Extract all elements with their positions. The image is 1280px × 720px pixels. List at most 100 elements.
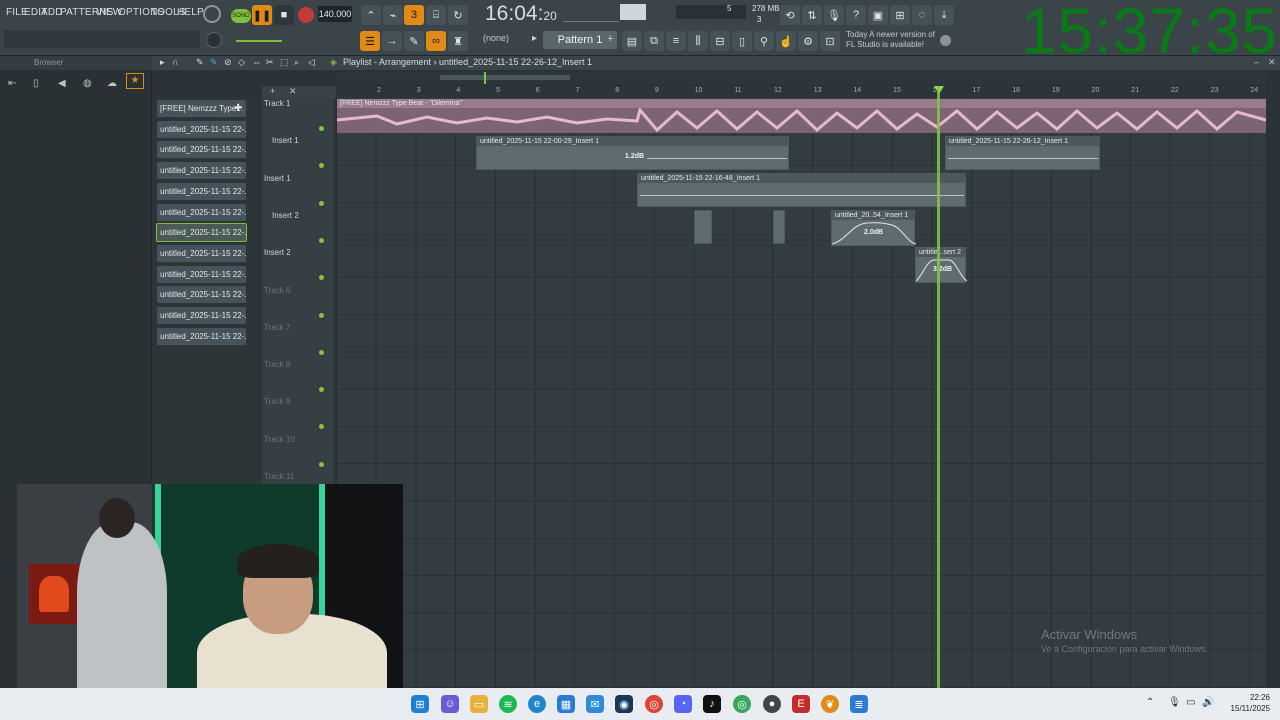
master-volume-knob[interactable]	[203, 5, 221, 23]
snap-select[interactable]: (none)	[483, 33, 509, 43]
microphone-tray-icon[interactable]: 🎙	[1168, 697, 1181, 708]
download-icon[interactable]: ⤓	[934, 5, 954, 25]
plugin-icon[interactable]: ⊞	[890, 5, 910, 25]
store-icon[interactable]: ▦	[557, 695, 575, 713]
chat-icon[interactable]: ◌	[912, 5, 932, 25]
track-name[interactable]: Insert 1	[264, 174, 291, 183]
edge-icon[interactable]: e	[528, 695, 546, 713]
stop-icon[interactable]: ■	[274, 5, 294, 25]
favorites-star-icon[interactable]: ★	[126, 73, 144, 89]
pattern-list-item[interactable]: untitled_2025-11-15 22-...	[157, 265, 246, 283]
playlist-window-icon[interactable]: ▤	[622, 31, 642, 51]
browser-settings-icon[interactable]: ◍	[83, 78, 92, 89]
pattern-list-item[interactable]: untitled_2025-11-15 22-...	[157, 244, 246, 262]
pattern-list-item[interactable]: untitled_2025-11-15 22-...	[157, 203, 246, 221]
system-clock[interactable]: 22:26 15/11/2025	[1231, 692, 1270, 714]
browser-window-icon[interactable]: ⊟	[710, 31, 730, 51]
pause-icon[interactable]: ❚❚	[252, 5, 272, 25]
close-icon[interactable]: ✕	[1268, 57, 1276, 68]
tempo-display[interactable]: 140.000	[318, 6, 352, 22]
track-enable-led[interactable]	[319, 237, 324, 243]
playlist-menu-icon[interactable]: ▸	[160, 57, 165, 68]
clip-insert1-c[interactable]: untitled_2025-11-15 22-16-48_Insert 1	[637, 173, 966, 207]
add-track-icon[interactable]: +	[270, 86, 275, 96]
pattern-list-item[interactable]: untitled_2025-11-15 22-...	[156, 223, 247, 243]
playback-tool-icon[interactable]: ◁	[308, 57, 315, 68]
track-name[interactable]: Track 1	[264, 99, 290, 108]
track-enable-led[interactable]	[319, 312, 324, 318]
select-tool-icon[interactable]: ⬚	[280, 57, 289, 68]
epic-games-icon[interactable]: E	[792, 695, 810, 713]
track-name[interactable]: Insert 2	[272, 211, 299, 220]
teams-icon[interactable]: ☺	[441, 695, 459, 713]
update-notice[interactable]: Today A newer version of FL Studio is av…	[846, 30, 935, 50]
metronome-icon[interactable]: ⌃	[361, 5, 381, 25]
discord-icon[interactable]: ◔	[674, 695, 692, 713]
track-name[interactable]: Track 7	[264, 323, 290, 332]
pattern-list-item[interactable]: untitled_2025-11-15 22-...	[157, 141, 246, 159]
channel-rack-icon[interactable]: ≡	[666, 31, 686, 51]
wait-input-icon[interactable]: ⌁	[383, 5, 403, 25]
arrangement-icon[interactable]: ◈	[330, 57, 337, 68]
arrow-icon[interactable]: →	[382, 31, 402, 51]
wrench-icon[interactable]: ⚙	[798, 31, 818, 51]
delete-tool-icon[interactable]: ⊘	[224, 57, 232, 68]
mute-tool-icon[interactable]: ◇	[238, 57, 245, 68]
automation-clip-small-2[interactable]	[773, 210, 785, 244]
mixer-icon[interactable]: ⇅	[802, 5, 822, 25]
volume-icon[interactable]: 🔊	[1202, 697, 1214, 708]
timeline-ruler[interactable]	[336, 86, 1266, 98]
slip-tool-icon[interactable]: ⇔	[252, 57, 261, 67]
playlist-icon[interactable]: ☰	[360, 31, 380, 51]
clip-insert1-b[interactable]: untitled_2025-11-15 22-26-12_Insert 1	[945, 136, 1100, 170]
steam-icon[interactable]: ◉	[615, 695, 633, 713]
browser-back-icon[interactable]: ◀	[58, 78, 66, 89]
pattern-list-item[interactable]: untitled_2025-11-15 22-...	[157, 307, 246, 324]
track-name[interactable]: Insert 2	[264, 248, 291, 257]
obs-icon[interactable]: ●	[763, 695, 781, 713]
master-pitch-knob[interactable]	[206, 32, 222, 48]
undo-icon[interactable]: ⟲	[780, 5, 800, 25]
chrome-profile-icon[interactable]: ◎	[733, 695, 751, 713]
remove-track-icon[interactable]: ✕	[289, 86, 297, 97]
track-enable-led[interactable]	[319, 126, 324, 131]
microphone-icon[interactable]: 🎙	[824, 5, 844, 25]
menu-help[interactable]: HELP	[177, 7, 204, 18]
track-enable-led[interactable]	[319, 349, 324, 355]
pattern-list-item[interactable]: untitled_2025-11-15 22-...	[157, 327, 246, 345]
pattern-prev-icon[interactable]: ▸	[532, 33, 537, 44]
slice-tool-icon[interactable]: ✂	[266, 57, 274, 68]
countdown-icon[interactable]: 3	[404, 5, 424, 25]
master-volume-slider[interactable]	[236, 40, 282, 42]
automation-clip-small-1[interactable]	[694, 210, 712, 244]
tray-chevron-icon[interactable]: ⌃	[1146, 697, 1154, 708]
start-icon[interactable]: ⊞	[411, 695, 429, 713]
track-enable-led[interactable]	[319, 461, 324, 467]
network-icon[interactable]: ▭	[1186, 697, 1195, 708]
overview-scroll-thumb[interactable]	[440, 75, 570, 80]
pattern-list-item[interactable]: untitled_2025-11-15 22-...	[157, 162, 246, 180]
paint-tool-icon[interactable]: ✎	[210, 57, 218, 68]
pattern-list-item[interactable]: [FREE] Nemzzz Type...	[157, 100, 246, 117]
add-pattern-list-icon[interactable]: ✚	[234, 103, 242, 114]
zoom-tool-icon[interactable]: ⌕	[294, 57, 299, 68]
brush-icon[interactable]: ✎	[404, 31, 424, 51]
clipboard-icon[interactable]: ▯	[732, 31, 752, 51]
pattern-selector[interactable]: Pattern 1	[543, 31, 617, 49]
audio-clip-main[interactable]: [FREE] Nemzzz Type Beat - "Dilemma"	[337, 99, 1266, 133]
loop-record-icon[interactable]: ↻	[448, 5, 468, 25]
touch-icon[interactable]: ☝	[776, 31, 796, 51]
stamp-icon[interactable]: ♜	[448, 31, 468, 51]
pattern-list-item[interactable]: untitled_2025-11-15 22-...	[157, 286, 246, 304]
magnet-icon[interactable]: ∩	[172, 57, 178, 67]
explorer-icon[interactable]: ▭	[470, 695, 488, 713]
outlook-icon[interactable]: ✉	[586, 695, 604, 713]
clip-insert1-a[interactable]: untitled_2025-11-15 22-00-29_Insert 1 1.…	[476, 136, 789, 170]
automation-clip-insert2-a[interactable]: untitled_20..54_Insert 1 2.0dB	[831, 210, 916, 246]
fl-studio-icon[interactable]: ❦	[821, 695, 839, 713]
save-icon[interactable]: ▣	[868, 5, 888, 25]
pattern-list-item[interactable]: untitled_2025-11-15 22-...	[157, 120, 246, 138]
update-globe-icon[interactable]	[940, 35, 951, 46]
minimize-icon[interactable]: –	[1254, 57, 1259, 67]
chrome-icon[interactable]: ◎	[645, 695, 663, 713]
